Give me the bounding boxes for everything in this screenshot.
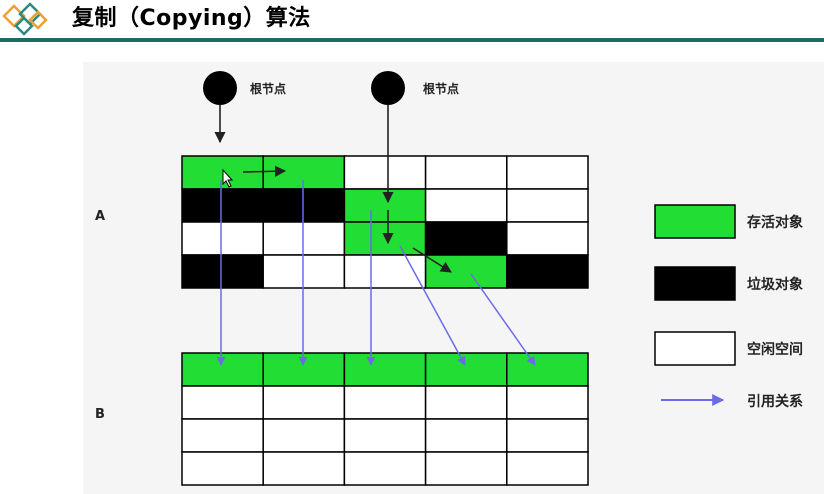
- root-label-2: 根节点: [423, 81, 459, 96]
- legend: 存活对象 垃圾对象 空闲空间 引用关系: [654, 204, 803, 410]
- logo-icon: [2, 2, 48, 36]
- legend-garbage-label: 垃圾对象: [747, 276, 803, 293]
- region-b-cell-free: [506, 418, 589, 453]
- region-a-cell-free: [181, 221, 264, 256]
- region-b-cell-live: [343, 352, 427, 387]
- region-b-cell-free: [506, 451, 589, 486]
- region-a-cell-live: [262, 155, 346, 190]
- region-a-grid: [181, 155, 589, 289]
- region-a-cell-garbage: [506, 254, 589, 289]
- region-b-cell-free: [343, 385, 427, 420]
- root-node-2: [371, 71, 405, 105]
- region-b-cell-free: [262, 385, 346, 420]
- legend-free-swatch: [654, 331, 736, 366]
- region-b-cell-free: [506, 385, 589, 420]
- region-a-label: A: [95, 209, 105, 224]
- legend-free-label: 空闲空间: [747, 341, 803, 358]
- region-b-cell-live: [181, 352, 264, 387]
- region-a-cell-free: [424, 155, 508, 190]
- region-a-cell-garbage: [181, 254, 264, 289]
- region-b-cell-free: [424, 385, 508, 420]
- region-b-cell-free: [181, 451, 264, 486]
- live-to-live-arrow: [242, 165, 287, 177]
- region-a-cell-free: [506, 188, 589, 223]
- copying-algorithm-diagram: 根节点 根节点 A B 存活对象 垃圾对象 空闲空间 引用关系: [95, 71, 803, 486]
- legend-reference-label: 引用关系: [747, 393, 803, 410]
- region-b-grid: [181, 352, 589, 486]
- region-b-cell-free: [262, 418, 346, 453]
- region-a-cell-free: [343, 155, 427, 190]
- page-title: 复制（Copying）算法: [72, 6, 311, 31]
- region-a-cell-free: [262, 221, 346, 256]
- region-a-cell-live: [343, 188, 427, 223]
- header: 复制（Copying）算法: [0, 0, 824, 44]
- region-a-cell-live: [343, 221, 427, 256]
- legend-live-label: 存活对象: [747, 214, 803, 231]
- legend-garbage-swatch: [654, 266, 736, 301]
- region-a-cell-free: [506, 155, 589, 190]
- root-label-1: 根节点: [250, 81, 286, 96]
- region-b-label: B: [95, 407, 105, 422]
- region-a-cell-free: [506, 221, 589, 256]
- region-a-cell-free: [262, 254, 346, 289]
- region-b-cell-free: [343, 418, 427, 453]
- region-b-cell-free: [181, 385, 264, 420]
- diagram-panel: 根节点 根节点 A B 存活对象 垃圾对象 空闲空间 引用关系: [83, 62, 824, 494]
- region-a-cell-live: [424, 254, 508, 289]
- region-a-cell-free: [424, 188, 508, 223]
- header-divider: [0, 38, 824, 42]
- region-b-cell-free: [343, 451, 427, 486]
- region-a-cell-garbage: [262, 188, 346, 223]
- region-a-cell-garbage: [424, 221, 508, 256]
- root-node-1: [203, 71, 237, 105]
- region-a-cell-garbage: [181, 188, 264, 223]
- region-b-cell-live: [424, 352, 508, 387]
- region-b-cell-live: [262, 352, 346, 387]
- region-b-cell-free: [424, 451, 508, 486]
- region-b-cell-free: [424, 418, 508, 453]
- region-b-cell-free: [262, 451, 346, 486]
- region-b-cell-free: [181, 418, 264, 453]
- region-b-cell-live: [506, 352, 589, 387]
- legend-live-swatch: [654, 204, 736, 239]
